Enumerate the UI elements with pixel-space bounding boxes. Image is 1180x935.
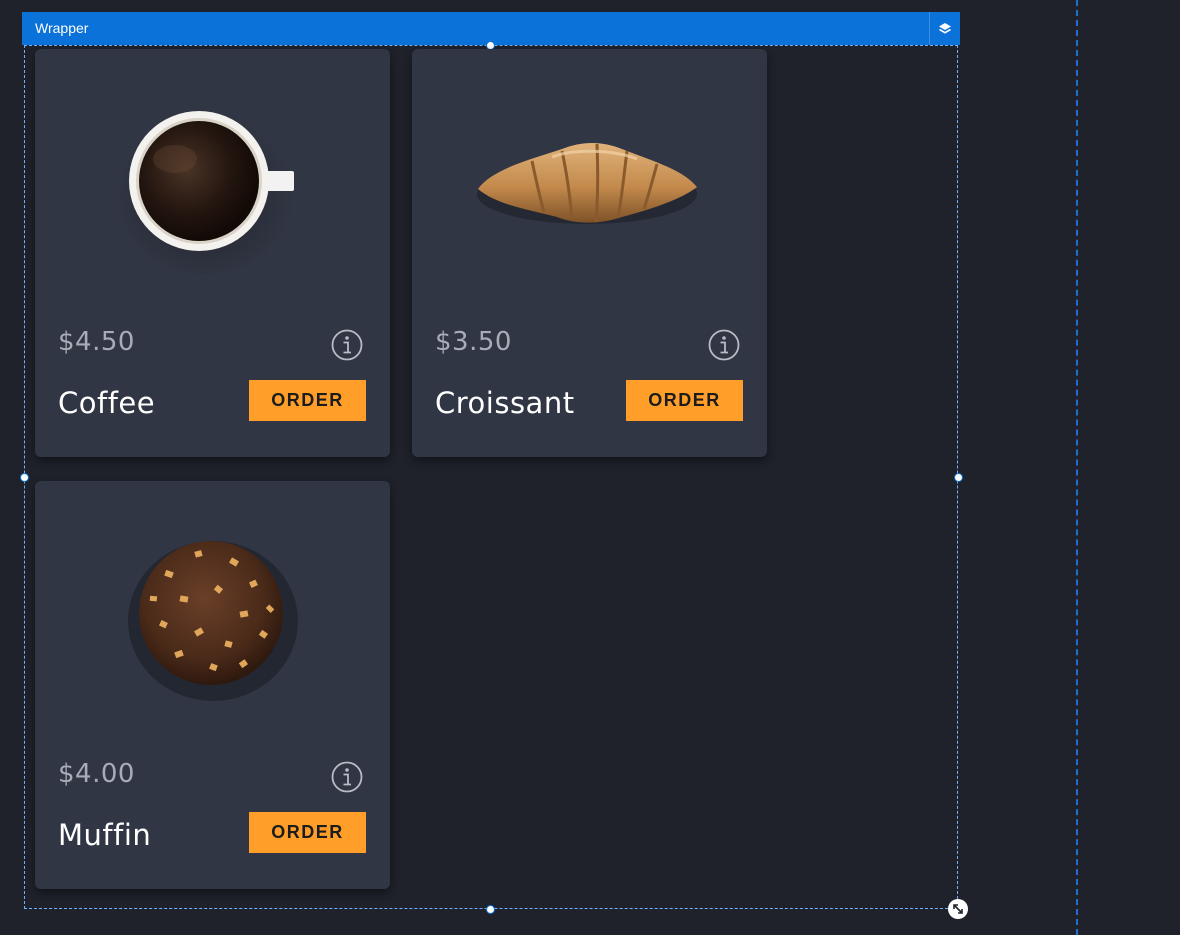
resize-handle-left[interactable] [20, 473, 29, 482]
product-card-muffin: $4.00 Muffin ORDER [35, 481, 390, 889]
product-price: $4.50 [58, 327, 135, 357]
resize-handle-right[interactable] [954, 473, 963, 482]
product-name: Croissant [435, 386, 575, 420]
order-button[interactable]: ORDER [249, 380, 366, 421]
order-button[interactable]: ORDER [626, 380, 743, 421]
product-price: $3.50 [435, 327, 512, 357]
diagonal-resize-icon [953, 904, 963, 914]
croissant-image [477, 143, 697, 224]
coffee-cup-image [115, 104, 295, 274]
wrapper-title: Wrapper [35, 20, 89, 36]
info-icon[interactable] [331, 329, 363, 361]
product-card-coffee: $4.50 Coffee ORDER [35, 49, 390, 457]
product-name: Coffee [58, 386, 156, 420]
muffin-image [128, 541, 298, 701]
layers-icon [939, 22, 951, 34]
product-price: $4.00 [58, 759, 135, 789]
resize-handle-bottom[interactable] [486, 905, 495, 914]
info-icon[interactable] [708, 329, 740, 361]
info-icon[interactable] [331, 761, 363, 793]
resize-handle-corner[interactable] [948, 899, 968, 919]
layers-button[interactable] [929, 12, 960, 45]
editor-canvas[interactable]: Wrapper $4.50 Coffee ORDER $3.50 Croissa… [0, 0, 1180, 935]
layout-guide-line [1076, 0, 1078, 935]
product-card-croissant: $3.50 Croissant ORDER [412, 49, 767, 457]
order-button[interactable]: ORDER [249, 812, 366, 853]
product-name: Muffin [58, 818, 152, 852]
